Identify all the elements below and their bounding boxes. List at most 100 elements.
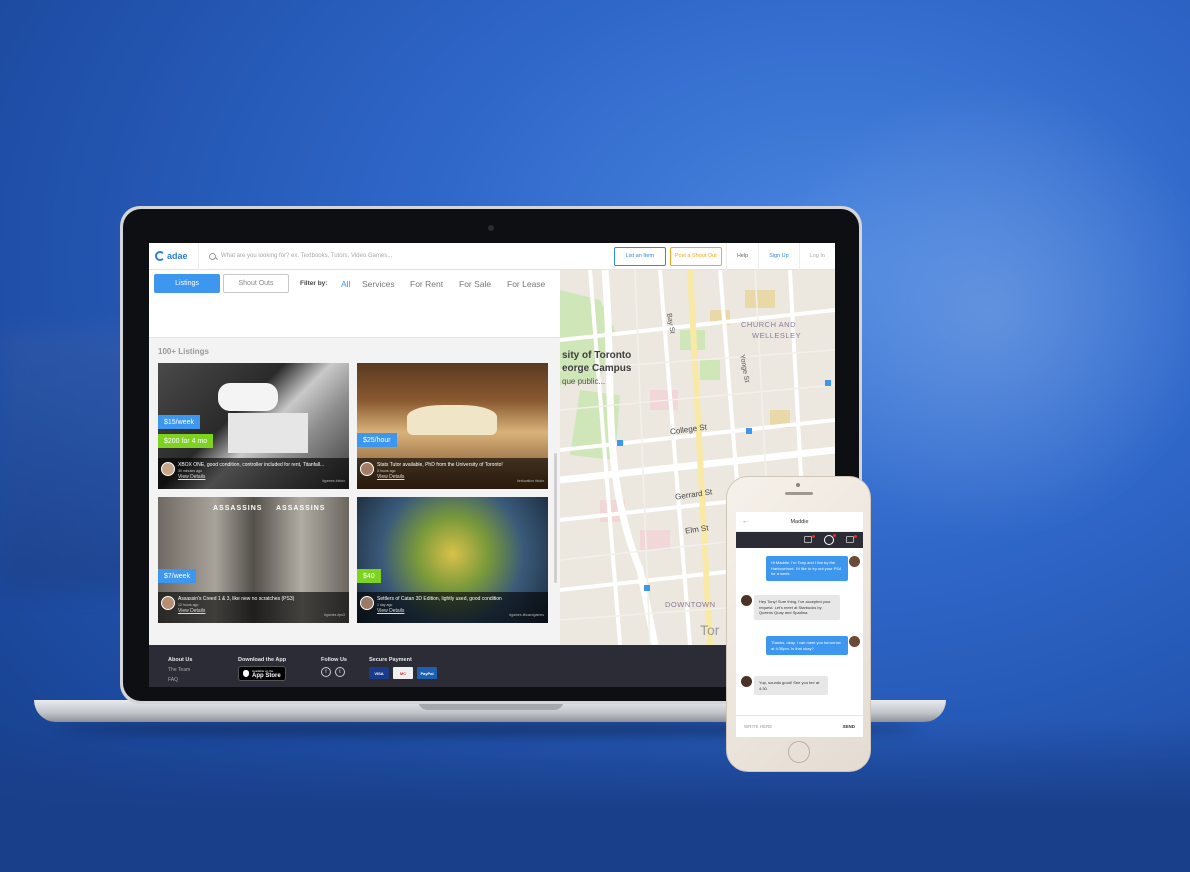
listing-title: Assassin's Creed 1 & 3, like new no scra…	[178, 596, 295, 602]
tab-listings[interactable]: Listings	[154, 274, 220, 293]
listing-card[interactable]: ASSASSINS ASSASSINS $7/week Assassin's C…	[158, 497, 349, 623]
listing-tags: #education #tutor	[516, 479, 544, 483]
chat-header: ← Maddie	[736, 512, 863, 532]
avatar	[741, 595, 752, 606]
message-input[interactable]: WRITE HERE	[744, 724, 772, 729]
message-incoming: Hey Tony! Sure thing, I've accepted your…	[754, 595, 840, 620]
price-badge: $15/week	[158, 415, 200, 429]
paypal-icon: PayPal	[417, 667, 437, 679]
footer-about: About Us The Team FAQ	[168, 657, 192, 683]
logo[interactable]: adae	[149, 243, 199, 270]
listing-card[interactable]: $15/week $200 for 4 mo XBOX ONE, good co…	[158, 363, 349, 489]
message-outgoing: Thanks, okay, I can meet you tomorrow at…	[766, 636, 848, 655]
listing-title: Stats Tutor available, PhD from the Univ…	[377, 462, 503, 468]
back-arrow-icon[interactable]: ←	[742, 518, 749, 525]
listing-title: XBOX ONE, good condition, controller inc…	[178, 462, 325, 468]
footer-download: Download the App Available on the App Sto…	[238, 657, 286, 681]
avatar	[849, 556, 860, 567]
console-shape	[228, 413, 308, 453]
chat-input-bar: WRITE HERE SEND	[736, 715, 863, 737]
send-button[interactable]: SEND	[842, 724, 855, 729]
footer-heading: About Us	[168, 657, 193, 663]
listing-time: 3 hours ago	[377, 469, 396, 473]
footer-link-faq[interactable]: FAQ	[168, 677, 192, 683]
footer-follow: Follow Us f t	[321, 657, 347, 677]
facebook-icon[interactable]: f	[321, 667, 331, 677]
social-links: f t	[321, 667, 347, 677]
listing-card[interactable]: $25/hour Stats Tutor available, PhD from…	[357, 363, 548, 489]
filter-for-sale[interactable]: For Sale	[459, 279, 491, 289]
filter-for-lease[interactable]: For Lease	[507, 279, 545, 289]
message-outgoing: Hi Maddie, I'm Tony and I live by the Ha…	[766, 556, 848, 581]
twitter-icon[interactable]: t	[335, 667, 345, 677]
footer-heading: Follow Us	[321, 657, 347, 663]
logo-icon	[155, 251, 165, 261]
game-cover-text: ASSASSINS	[213, 505, 263, 512]
listing-card[interactable]: $40 Settlers of Catan 3D Edition, lightl…	[357, 497, 548, 623]
listings-count: 100+ Listings	[158, 347, 209, 356]
avatar	[360, 462, 374, 476]
map-label: eorge Campus	[562, 363, 632, 374]
app-store-small: Available on the	[252, 668, 274, 673]
listings-panel: Listings Shout Outs Filter by: All Servi…	[149, 270, 560, 645]
listing-overlay: Settlers of Catan 3D Edition, lightly us…	[357, 592, 548, 623]
map-label: sity of Toronto	[562, 350, 632, 361]
filter-bar: Listings Shout Outs Filter by: All Servi…	[149, 270, 560, 338]
price-badge: $7/week	[158, 569, 197, 583]
view-details-link[interactable]: View Details	[178, 474, 345, 480]
avatar	[849, 636, 860, 647]
map-label: que public...	[562, 377, 606, 386]
notification-dot	[812, 535, 815, 538]
login-link[interactable]: Log In	[798, 243, 835, 270]
footer-link-team[interactable]: The Team	[168, 667, 192, 673]
visa-icon: VISA	[369, 667, 389, 679]
app-store-button[interactable]: Available on the App Store	[238, 666, 286, 681]
tab-shout-outs[interactable]: Shout Outs	[223, 274, 289, 293]
laptop-camera	[488, 225, 494, 231]
background-blur	[0, 720, 1190, 872]
search-bar[interactable]: What are you looking for? ex. Textbooks,…	[199, 252, 614, 260]
listings-scrollbar[interactable]	[554, 453, 557, 583]
listing-overlay: Assassin's Creed 1 & 3, like new no scra…	[158, 592, 349, 623]
listing-time: 12 hours ago	[178, 603, 199, 607]
map-label: Tor	[700, 622, 720, 638]
chat-toolbar	[736, 532, 863, 548]
filter-services[interactable]: Services	[362, 279, 395, 289]
help-link[interactable]: Help	[725, 243, 758, 270]
footer-heading: Download the App	[238, 657, 287, 663]
top-header: adae What are you looking for? ex. Textb…	[149, 243, 835, 270]
phone-chat-screen: ← Maddie Hi Maddie, I'm Tony and I live …	[736, 512, 863, 737]
list-item-button[interactable]: List an Item	[613, 246, 666, 266]
home-button[interactable]	[788, 741, 810, 763]
listing-icon[interactable]	[804, 536, 812, 543]
listing-tags: #games #xbox	[322, 479, 345, 483]
cart-icon[interactable]	[846, 536, 854, 543]
message-incoming: Yup, sounds good! See you tmr at 4:30.	[754, 676, 828, 695]
listing-overlay: XBOX ONE, good condition, controller inc…	[158, 458, 349, 489]
filter-label: Filter by:	[300, 280, 328, 287]
map-label: DOWNTOWN	[665, 600, 716, 609]
open-book-shape	[407, 405, 497, 435]
listing-time: 1 day ago	[377, 603, 393, 607]
apple-icon	[243, 670, 249, 677]
avatar	[161, 462, 175, 476]
search-icon	[209, 252, 216, 260]
phone: ← Maddie Hi Maddie, I'm Tony and I live …	[726, 476, 871, 772]
payment-cards: VISA MC PayPal	[369, 667, 437, 679]
filter-for-rent[interactable]: For Rent	[410, 279, 443, 289]
phone-speaker	[785, 492, 813, 495]
avatar	[360, 596, 374, 610]
controller-shape	[218, 383, 278, 411]
filter-all[interactable]: All	[341, 279, 350, 289]
listing-overlay: Stats Tutor available, PhD from the Univ…	[357, 458, 548, 489]
chat-contact-name: Maddie	[790, 518, 809, 525]
signup-link[interactable]: Sign Up	[758, 243, 799, 270]
mastercard-icon: MC	[393, 667, 413, 679]
post-shout-out-button[interactable]: Post a Shout Out	[669, 246, 722, 266]
logo-text: adae	[167, 251, 188, 261]
listing-title: Settlers of Catan 3D Edition, lightly us…	[377, 596, 502, 602]
search-input[interactable]: What are you looking for? ex. Textbooks,…	[221, 253, 392, 259]
avatar	[161, 596, 175, 610]
view-details-link[interactable]: View Details	[178, 608, 345, 614]
notification-dot	[833, 534, 836, 537]
